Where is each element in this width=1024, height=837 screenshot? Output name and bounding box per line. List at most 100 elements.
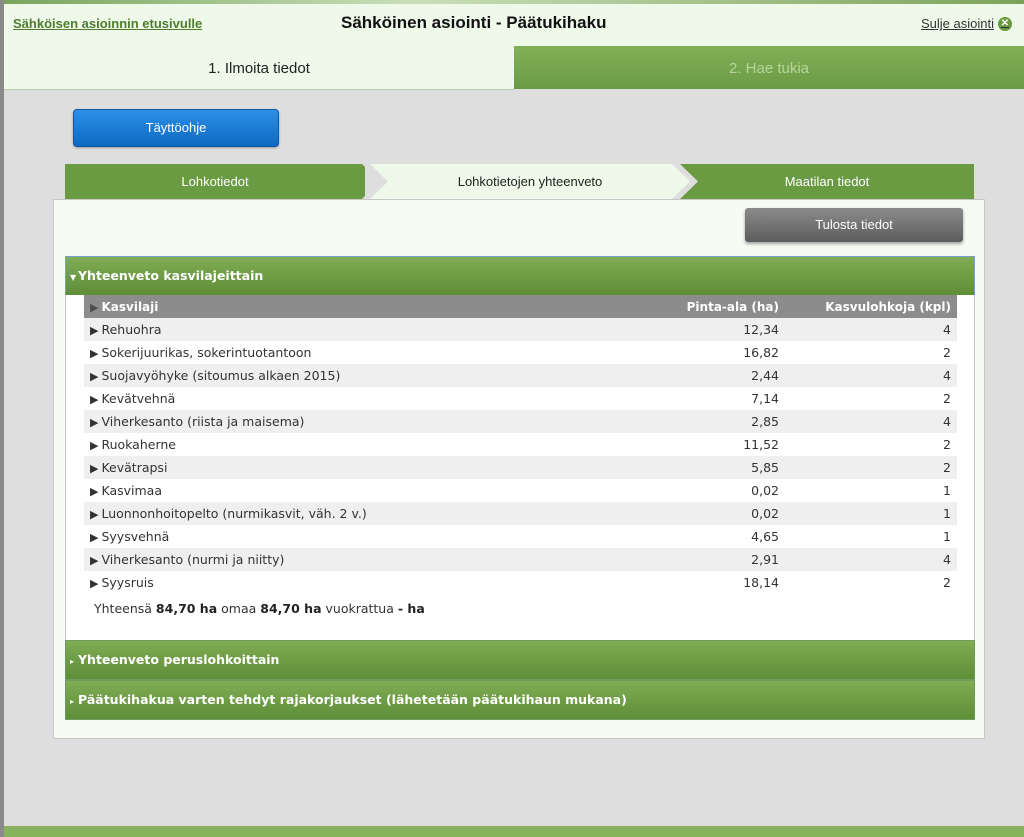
expand-icon[interactable]: ▶ bbox=[90, 508, 98, 521]
crop-name-cell: ▶ Rehuohra bbox=[84, 318, 653, 341]
area-cell: 0,02 bbox=[653, 479, 785, 502]
area-cell: 12,34 bbox=[653, 318, 785, 341]
area-cell: 2,44 bbox=[653, 364, 785, 387]
area-cell: 7,14 bbox=[653, 387, 785, 410]
table-row[interactable]: ▶ Kasvimaa 0,02 1 bbox=[84, 479, 957, 502]
crop-name: Ruokaherne bbox=[101, 437, 176, 452]
expand-icon[interactable]: ▶ bbox=[90, 485, 98, 498]
table-row[interactable]: ▶ Kevätrapsi 5,85 2 bbox=[84, 456, 957, 479]
expand-icon[interactable]: ▶ bbox=[90, 393, 98, 406]
crop-name-cell: ▶ Kasvimaa bbox=[84, 479, 653, 502]
summary-owned: 84,70 ha bbox=[260, 601, 322, 616]
crop-name: Luonnonhoitopelto (nurmikasvit, väh. 2 v… bbox=[101, 506, 367, 521]
area-cell: 0,02 bbox=[653, 502, 785, 525]
crop-name-cell: ▶ Syysvehnä bbox=[84, 525, 653, 548]
crop-name-cell: ▶ Viherkesanto (nurmi ja niitty) bbox=[84, 548, 653, 571]
wizard-steps: 1. Ilmoita tiedot 2. Hae tukia bbox=[4, 46, 1024, 90]
area-cell: 2,85 bbox=[653, 410, 785, 433]
expand-icon[interactable]: ▶ bbox=[90, 577, 98, 590]
count-cell: 4 bbox=[785, 364, 957, 387]
step-hae-tukia[interactable]: 2. Hae tukia bbox=[514, 46, 1024, 89]
crop-name: Suojavyöhyke (sitoumus alkaen 2015) bbox=[101, 368, 341, 383]
expand-icon[interactable]: ▶ bbox=[90, 531, 98, 544]
accordion-kasvilajeittain[interactable]: ▼ Yhteenveto kasvilajeittain bbox=[65, 256, 975, 296]
subtabs: Lohkotiedot Lohkotietojen yhteenveto Maa… bbox=[65, 164, 974, 199]
crop-name: Kevätvehnä bbox=[101, 391, 176, 406]
close-icon[interactable]: ✕ bbox=[998, 16, 1012, 31]
count-cell: 1 bbox=[785, 502, 957, 525]
crop-name: Syysruis bbox=[101, 575, 154, 590]
count-cell: 4 bbox=[785, 548, 957, 571]
accordion-peruslohkoittain[interactable]: ▸ Yhteenveto peruslohkoittain bbox=[65, 640, 975, 680]
crop-name: Kevätrapsi bbox=[101, 460, 168, 475]
table-row[interactable]: ▶ Viherkesanto (nurmi ja niitty) 2,91 4 bbox=[84, 548, 957, 571]
tab-lohkotiedot[interactable]: Lohkotiedot bbox=[65, 164, 365, 199]
page-title: Sähköinen asiointi - Päätukihaku bbox=[341, 13, 607, 32]
crop-name: Viherkesanto (nurmi ja niitty) bbox=[101, 552, 285, 567]
summary-panel: Tulosta tiedot ▼ Yhteenveto kasvilajeitta… bbox=[53, 199, 985, 739]
area-cell: 5,85 bbox=[653, 456, 785, 479]
crop-name: Viherkesanto (riista ja maisema) bbox=[101, 414, 305, 429]
close-link[interactable]: Sulje asiointi ✕ bbox=[921, 16, 1012, 31]
table-row[interactable]: ▶ Luonnonhoitopelto (nurmikasvit, väh. 2 … bbox=[84, 502, 957, 525]
print-button[interactable]: Tulosta tiedot bbox=[745, 208, 963, 242]
count-cell: 2 bbox=[785, 341, 957, 364]
count-cell: 2 bbox=[785, 433, 957, 456]
crop-name-cell: ▶ Kevätrapsi bbox=[84, 456, 653, 479]
home-link[interactable]: Sähköisen asioinnin etusivulle bbox=[13, 16, 202, 31]
footer-strip bbox=[4, 826, 1024, 837]
accordion-label: Yhteenveto kasvilajeittain bbox=[78, 268, 264, 283]
tab-lohkotietojen-yhteenveto[interactable]: Lohkotietojen yhteenveto bbox=[370, 164, 690, 199]
crop-name-cell: ▶ Sokerijuurikas, sokerintuotantoon bbox=[84, 341, 653, 364]
table-row[interactable]: ▶ Suojavyöhyke (sitoumus alkaen 2015) 2,44… bbox=[84, 364, 957, 387]
expand-icon[interactable]: ▶ bbox=[90, 462, 98, 475]
area-cell: 16,82 bbox=[653, 341, 785, 364]
crop-name: Syysvehnä bbox=[101, 529, 170, 544]
accordion-rajakorjaukset[interactable]: ▸ Päätukihakua varten tehdyt rajakorjauks… bbox=[65, 680, 975, 720]
table-row[interactable]: ▶ Syysruis 18,14 2 bbox=[84, 571, 957, 594]
crop-table: ▶ Kasvilaji Pinta-ala (ha) Kasvulohkoja (… bbox=[84, 295, 957, 594]
crop-name-cell: ▶ Viherkesanto (riista ja maisema) bbox=[84, 410, 653, 433]
count-cell: 2 bbox=[785, 387, 957, 410]
count-cell: 2 bbox=[785, 456, 957, 479]
accordion-body: ▶ Kasvilaji Pinta-ala (ha) Kasvulohkoja (… bbox=[65, 295, 975, 640]
step-ilmoita-tiedot[interactable]: 1. Ilmoita tiedot bbox=[4, 46, 514, 90]
table-row[interactable]: ▶ Rehuohra 12,34 4 bbox=[84, 318, 957, 341]
help-button[interactable]: Täyttöohje bbox=[73, 109, 279, 147]
column-header-kasvilaji[interactable]: ▶ Kasvilaji bbox=[84, 295, 653, 318]
summary-prefix: Yhteensä bbox=[94, 601, 152, 616]
table-row[interactable]: ▶ Syysvehnä 4,65 1 bbox=[84, 525, 957, 548]
app-header: Sähköisen asioinnin etusivulle Sähköinen… bbox=[4, 4, 1024, 46]
summary-total: 84,70 ha bbox=[155, 601, 218, 616]
expand-icon[interactable]: ▶ bbox=[90, 416, 98, 429]
count-cell: 1 bbox=[785, 525, 957, 548]
close-link-label[interactable]: Sulje asiointi bbox=[921, 16, 994, 31]
crop-name-cell: ▶ Kevätvehnä bbox=[84, 387, 653, 410]
tab-maatilan-tiedot[interactable]: Maatilan tiedot bbox=[680, 164, 974, 199]
accordion-label: Päätukihakua varten tehdyt rajakorjaukse… bbox=[78, 692, 627, 707]
table-row[interactable]: ▶ Sokerijuurikas, sokerintuotantoon 16,82 2 bbox=[84, 341, 957, 364]
table-row[interactable]: ▶ Ruokaherne 11,52 2 bbox=[84, 433, 957, 456]
expand-icon[interactable]: ▶ bbox=[90, 370, 98, 383]
crop-name-cell: ▶ Suojavyöhyke (sitoumus alkaen 2015) bbox=[84, 364, 653, 387]
expand-icon[interactable]: ▶ bbox=[90, 347, 98, 360]
column-label: Kasvilaji bbox=[101, 299, 159, 314]
crop-name: Kasvimaa bbox=[101, 483, 162, 498]
window-edge bbox=[0, 0, 4, 837]
crop-name-cell: ▶ Ruokaherne bbox=[84, 433, 653, 456]
caret-right-icon: ▸ bbox=[70, 697, 75, 706]
caret-right-icon: ▸ bbox=[70, 657, 75, 666]
caret-down-icon: ▼ bbox=[70, 273, 77, 282]
column-header-kasvulohkoja: Kasvulohkoja (kpl) bbox=[785, 295, 957, 318]
area-cell: 18,14 bbox=[653, 571, 785, 594]
crop-name: Rehuohra bbox=[101, 322, 162, 337]
table-row[interactable]: ▶ Viherkesanto (riista ja maisema) 2,85 4 bbox=[84, 410, 957, 433]
expand-icon[interactable]: ▶ bbox=[90, 324, 98, 337]
table-header-row: ▶ Kasvilaji Pinta-ala (ha) Kasvulohkoja (… bbox=[84, 295, 957, 318]
area-cell: 11,52 bbox=[653, 433, 785, 456]
table-row[interactable]: ▶ Kevätvehnä 7,14 2 bbox=[84, 387, 957, 410]
expand-icon[interactable]: ▶ bbox=[90, 439, 98, 452]
summary-rented: - ha bbox=[397, 601, 425, 616]
expand-icon[interactable]: ▶ bbox=[90, 554, 98, 567]
area-cell: 4,65 bbox=[653, 525, 785, 548]
